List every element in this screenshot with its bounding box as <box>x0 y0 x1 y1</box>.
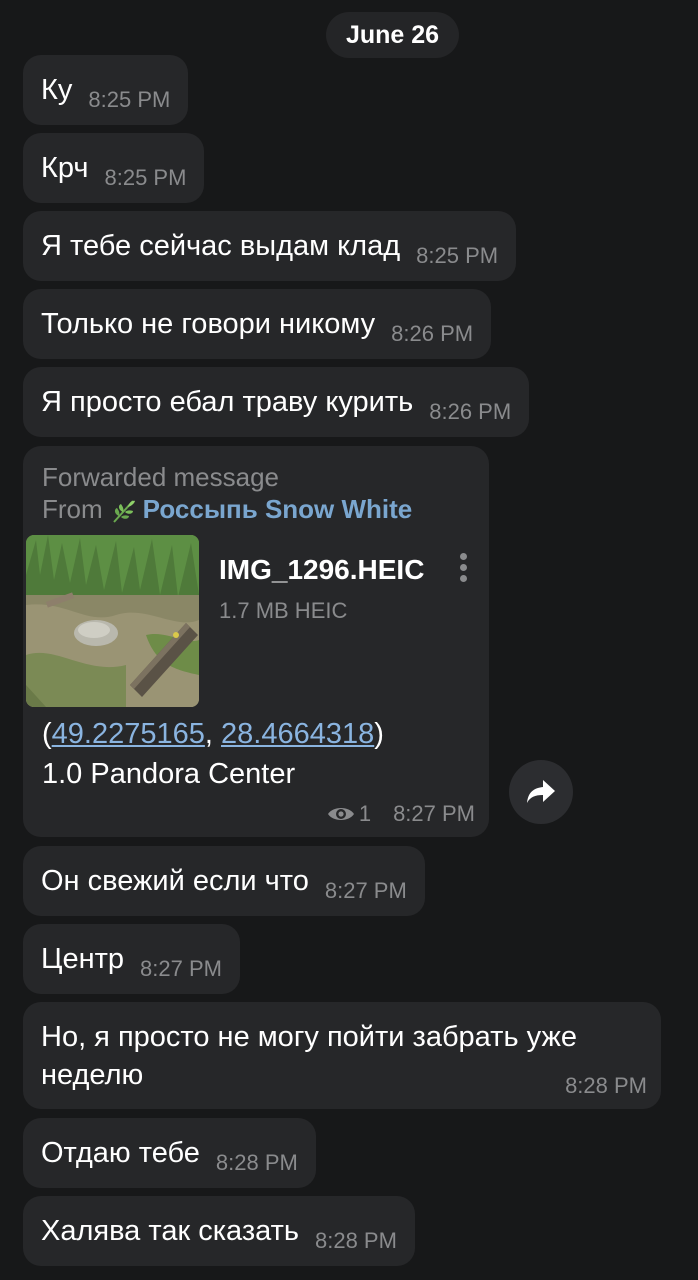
share-button[interactable] <box>509 760 573 824</box>
message-time: 8:27 PM <box>140 956 222 981</box>
message-time: 8:28 PM <box>215 1150 298 1175</box>
message-bubble[interactable]: Халява так сказать 8:28 PM <box>23 1196 415 1266</box>
message-text: Но, я просто не могу пойти забрать уже н… <box>41 1021 577 1091</box>
share-arrow-icon <box>525 778 557 806</box>
more-vertical-icon[interactable] <box>456 550 470 590</box>
message-time: 8:25 PM <box>88 87 171 112</box>
location-name: 1.0 Pandora Center <box>42 758 296 790</box>
chat-view[interactable]: June 26 Ку 8:25 PM Крч 8:25 PM Я тебе се… <box>0 0 698 1280</box>
herb-icon <box>111 496 139 524</box>
date-separator: June 26 <box>326 12 459 58</box>
message-bubble[interactable]: Ку 8:25 PM <box>23 55 189 125</box>
message-bubble[interactable]: Он свежий если что 8:27 PM <box>23 846 425 916</box>
channel-name[interactable]: Россыпь Snow White <box>143 494 413 525</box>
longitude-link[interactable]: 28.4664318 <box>221 718 374 750</box>
forwarded-label: Forwarded message <box>42 462 279 492</box>
message-text: Центр <box>41 942 125 975</box>
message-text: Халява так сказать <box>41 1214 299 1247</box>
message-text: Он свежий если что <box>41 864 309 897</box>
eye-icon <box>327 805 355 823</box>
message-time: 8:27 PM <box>324 878 407 903</box>
file-meta: 1.7 MB HEIC <box>219 598 348 623</box>
message-bubble[interactable]: Я просто ебал траву курить 8:26 PM <box>23 367 530 437</box>
message-text: Крч <box>41 151 89 184</box>
message-text: Ку <box>41 73 73 106</box>
from-prefix: From <box>42 494 103 524</box>
message-text: Отдаю тебе <box>41 1136 200 1169</box>
message-time: 8:25 PM <box>416 243 499 268</box>
message-footer: 1 8:27 PM <box>327 801 475 827</box>
file-name[interactable]: IMG_1296.HEIC <box>219 554 424 586</box>
message-text: Я тебе сейчас выдам клад <box>41 229 401 262</box>
photo-thumbnail[interactable] <box>26 535 199 707</box>
message-time: 8:28 PM <box>315 1228 397 1253</box>
latitude-link[interactable]: 49.2275165 <box>52 718 205 750</box>
message-bubble[interactable]: Крч 8:25 PM <box>23 133 205 203</box>
message-time: 8:25 PM <box>104 165 187 190</box>
views-count: 1 <box>358 801 372 826</box>
forwarded-message[interactable]: Forwarded message From Россыпь Snow Whit… <box>23 446 489 837</box>
message-bubble[interactable]: Но, я просто не могу пойти забрать уже н… <box>23 1002 661 1109</box>
message-time: 8:26 PM <box>391 321 474 346</box>
message-text: Только не говори никому <box>41 307 376 340</box>
message-text: Я просто ебал траву курить <box>41 385 414 418</box>
message-time: 8:27 PM <box>393 801 475 826</box>
message-bubble[interactable]: Только не говори никому 8:26 PM <box>23 289 492 359</box>
message-time: 8:26 PM <box>429 399 512 424</box>
message-bubble[interactable]: Центр 8:27 PM <box>23 924 240 994</box>
coordinates: (49.2275165, 28.4664318) <box>42 718 384 750</box>
message-bubble[interactable]: Я тебе сейчас выдам клад 8:25 PM <box>23 211 517 281</box>
message-bubble[interactable]: Отдаю тебе 8:28 PM <box>23 1118 316 1188</box>
message-time: 8:28 PM <box>565 1073 647 1098</box>
forwarded-from[interactable]: From Россыпь Snow White <box>42 494 412 525</box>
